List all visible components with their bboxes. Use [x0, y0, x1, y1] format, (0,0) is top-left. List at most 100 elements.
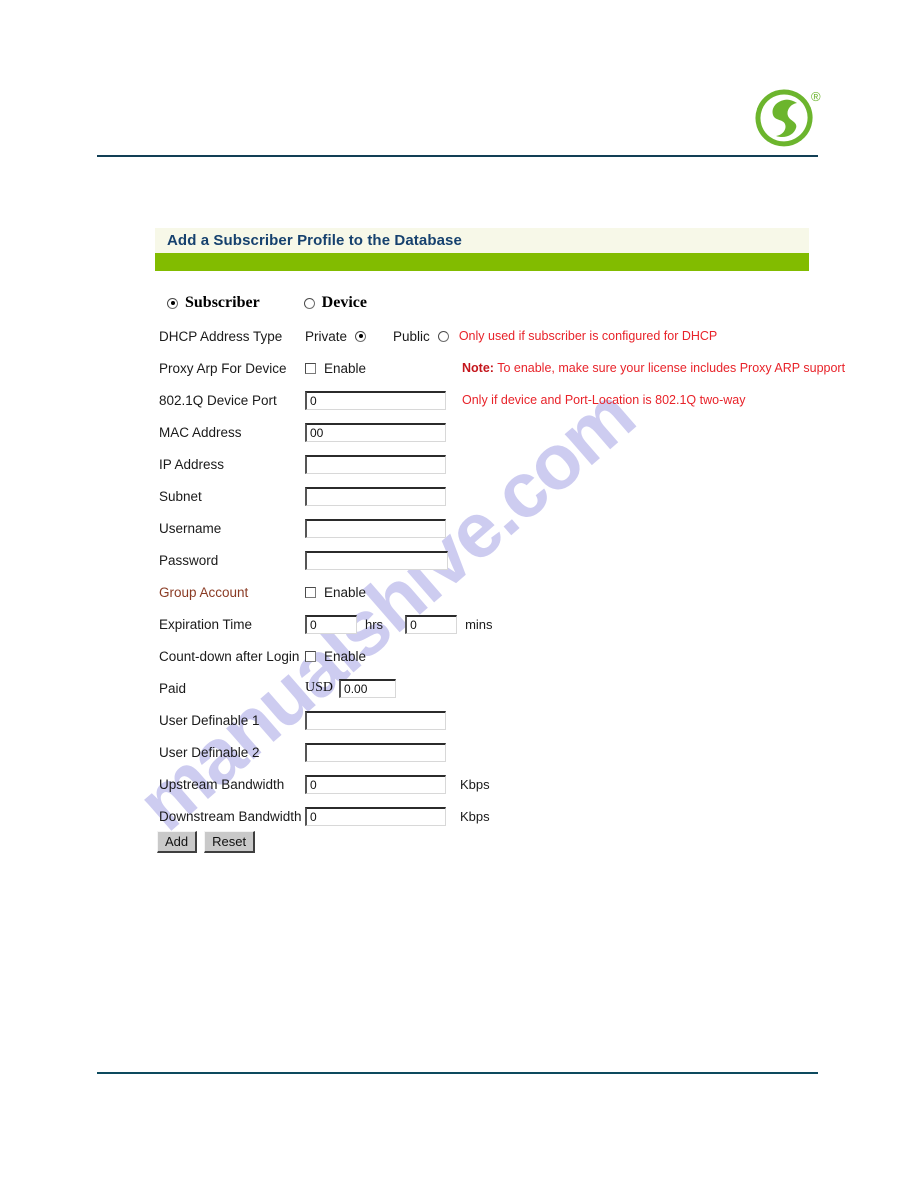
- radio-subscriber-icon[interactable]: [167, 297, 178, 309]
- input-password[interactable]: [305, 550, 448, 570]
- label-proxy-arp-enable: Enable: [324, 360, 367, 376]
- checkbox-proxy-arp-icon[interactable]: [305, 362, 316, 374]
- field-col-downstream-bandwidth: 0: [305, 806, 452, 826]
- radio-public-icon[interactable]: [437, 330, 449, 342]
- section-banner: Add a Subscriber Profile to the Database: [155, 228, 809, 271]
- suffix-hours: hrs: [365, 616, 384, 632]
- row-user-definable-2: User Definable 2: [159, 736, 859, 768]
- reset-button[interactable]: Reset: [204, 831, 256, 853]
- row-password: Password: [159, 544, 859, 576]
- input-user-definable-2[interactable]: [305, 742, 446, 762]
- field-col-mac-address: 00: [305, 422, 452, 442]
- proxy-arp-enable-wrap[interactable]: Enable: [305, 361, 452, 376]
- label-ip-address: IP Address: [159, 456, 225, 472]
- suffix-downstream-kbps: Kbps: [460, 808, 490, 824]
- label-subnet: Subnet: [159, 488, 202, 504]
- label-user-definable-1: User Definable 1: [159, 712, 260, 728]
- profile-type-group: Subscriber Device: [159, 291, 859, 315]
- radio-device-label: Device: [321, 294, 367, 311]
- checkbox-count-down-icon[interactable]: [305, 650, 316, 662]
- label-count-down-enable: Enable: [324, 648, 367, 664]
- footer-rule: [97, 1072, 818, 1074]
- row-expiration-time: Expiration Time 0 hrs 0 mins: [159, 608, 859, 640]
- row-proxy-arp: Proxy Arp For Device Enable Note: To ena…: [159, 352, 859, 384]
- row-group-account: Group Account Enable: [159, 576, 859, 608]
- label-group-account-enable: Enable: [324, 584, 367, 600]
- label-expiration-time: Expiration Time: [159, 616, 253, 632]
- row-count-down: Count-down after Login Enable: [159, 640, 859, 672]
- label-paid: Paid: [159, 680, 187, 696]
- note-proxy-arp: Note: To enable, make sure your license …: [462, 361, 845, 375]
- label-currency-usd: USD: [305, 680, 334, 695]
- field-col-user-definable-1: [305, 710, 452, 730]
- label-downstream-bandwidth: Downstream Bandwidth: [159, 808, 302, 824]
- row-upstream-bandwidth: Upstream Bandwidth 0 Kbps: [159, 768, 859, 800]
- row-device-port: 802.1Q Device Port 0 Only if device and …: [159, 384, 859, 416]
- radio-option-subscriber[interactable]: Subscriber: [167, 294, 260, 312]
- field-col-password: [305, 550, 452, 570]
- input-device-port[interactable]: 0: [305, 390, 446, 410]
- radio-subscriber-label: Subscriber: [185, 294, 260, 311]
- row-subnet: Subnet: [159, 480, 859, 512]
- label-group-account: Group Account: [159, 584, 249, 600]
- radio-private-icon[interactable]: [355, 330, 367, 342]
- add-button[interactable]: Add: [157, 831, 198, 853]
- input-username[interactable]: [305, 518, 446, 538]
- row-ip-address: IP Address: [159, 448, 859, 480]
- field-col-upstream-bandwidth: 0: [305, 774, 452, 794]
- document-page: ® manualshive.com Add a Subscriber Profi…: [0, 0, 918, 1188]
- row-user-definable-1: User Definable 1: [159, 704, 859, 736]
- input-expiration-hours[interactable]: 0: [305, 614, 357, 634]
- input-paid-amount[interactable]: 0.00: [339, 678, 397, 698]
- radio-option-private[interactable]: Private: [305, 328, 367, 344]
- label-count-down: Count-down after Login: [159, 648, 300, 664]
- row-paid: Paid USD 0.00: [159, 672, 859, 704]
- input-ip-address[interactable]: [305, 454, 446, 474]
- label-dhcp-address-type: DHCP Address Type: [159, 328, 283, 344]
- row-mac-address: MAC Address 00: [159, 416, 859, 448]
- dhcp-address-type-group: Private Public: [305, 329, 449, 344]
- checkbox-group-account-icon[interactable]: [305, 586, 316, 598]
- suffix-upstream-kbps: Kbps: [460, 776, 490, 792]
- field-col-device-port: 0: [305, 390, 452, 410]
- suffix-mins: mins: [465, 616, 493, 632]
- field-col-ip-address: [305, 454, 452, 474]
- row-dhcp-address-type: DHCP Address Type Private Public Only us…: [159, 320, 859, 352]
- input-expiration-mins[interactable]: 0: [405, 614, 458, 634]
- row-downstream-bandwidth: Downstream Bandwidth 0 Kbps: [159, 800, 859, 832]
- note-device-port: Only if device and Port-Location is 802.…: [462, 393, 746, 407]
- radio-device-icon[interactable]: [303, 297, 315, 309]
- radio-public-label: Public: [393, 328, 430, 344]
- radio-option-public[interactable]: Public: [393, 329, 449, 344]
- note-proxy-arp-text: To enable, make sure your license includ…: [493, 361, 846, 375]
- header-rule: [97, 155, 818, 157]
- radio-option-device[interactable]: Device: [303, 294, 367, 312]
- field-col-user-definable-2: [305, 742, 452, 762]
- note-proxy-arp-prefix: Note:: [462, 361, 494, 375]
- label-proxy-arp: Proxy Arp For Device: [159, 360, 287, 376]
- radio-private-label: Private: [305, 328, 348, 344]
- company-logo: ®: [745, 85, 823, 151]
- input-user-definable-1[interactable]: [305, 710, 446, 730]
- label-device-port: 802.1Q Device Port: [159, 392, 277, 408]
- note-dhcp-address-type: Only used if subscriber is configured fo…: [458, 329, 718, 343]
- green-swirl-icon: ®: [755, 89, 821, 147]
- registered-mark: ®: [811, 89, 821, 104]
- field-col-subnet: [305, 486, 452, 506]
- input-downstream-bandwidth[interactable]: 0: [305, 806, 446, 826]
- input-upstream-bandwidth[interactable]: 0: [305, 774, 446, 794]
- input-mac-address[interactable]: 00: [305, 422, 446, 442]
- row-username: Username: [159, 512, 859, 544]
- banner-accent-bar: [155, 253, 809, 271]
- subscriber-profile-form: Subscriber Device DHCP Address Type Priv…: [159, 291, 859, 832]
- count-down-enable-wrap[interactable]: Enable: [305, 649, 452, 664]
- label-upstream-bandwidth: Upstream Bandwidth: [159, 776, 285, 792]
- label-username: Username: [159, 520, 222, 536]
- field-col-username: [305, 518, 452, 538]
- label-mac-address: MAC Address: [159, 424, 242, 440]
- page-title: Add a Subscriber Profile to the Database: [155, 228, 809, 253]
- group-account-enable-wrap[interactable]: Enable: [305, 585, 452, 600]
- form-actions: Add Reset: [157, 831, 256, 853]
- input-subnet[interactable]: [305, 486, 446, 506]
- label-user-definable-2: User Definable 2: [159, 744, 260, 760]
